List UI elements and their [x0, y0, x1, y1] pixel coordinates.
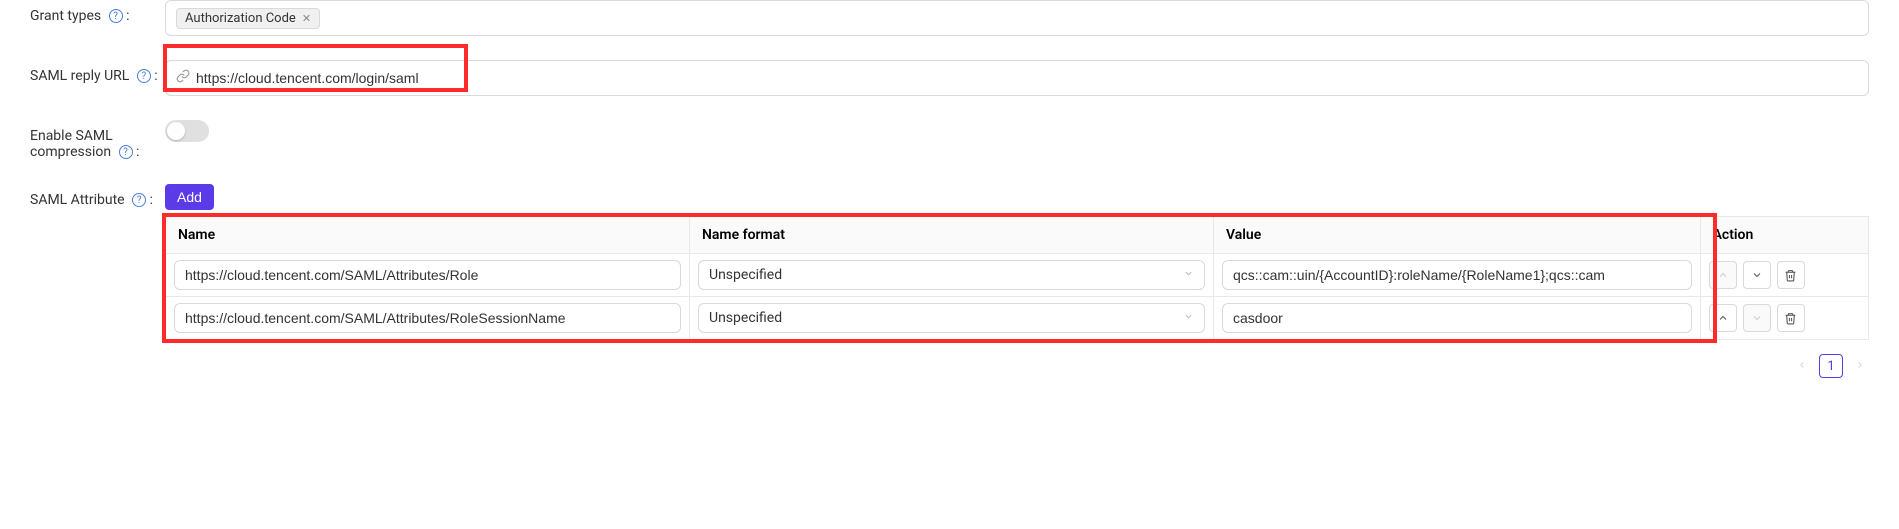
- attribute-name-input[interactable]: [174, 260, 681, 290]
- colon: :: [126, 8, 129, 24]
- chevron-up-icon: [1717, 312, 1729, 324]
- chevron-right-icon: [1855, 360, 1865, 370]
- saml-reply-url-label: SAML reply URL ? :: [30, 60, 165, 84]
- saml-reply-url-label-text: SAML reply URL: [30, 68, 129, 84]
- saml-attribute-control: Add Name Name format Value Action: [165, 184, 1869, 378]
- saml-reply-url-input[interactable]: [196, 70, 1858, 86]
- trash-icon: [1784, 312, 1797, 325]
- move-up-button: [1709, 261, 1737, 289]
- grant-type-tag: Authorization Code ✕: [176, 8, 320, 29]
- toggle-knob: [167, 122, 185, 140]
- pagination-next: [1851, 357, 1869, 375]
- move-down-button: [1743, 304, 1771, 332]
- table-header-row: Name Name format Value Action: [166, 217, 1869, 254]
- saml-attribute-label: SAML Attribute ? :: [30, 184, 165, 208]
- column-header-name: Name: [166, 217, 690, 254]
- trash-icon: [1784, 269, 1797, 282]
- chevron-down-icon: [1751, 312, 1763, 324]
- move-down-button[interactable]: [1743, 261, 1771, 289]
- enable-saml-compression-label: Enable SAML compression ? :: [30, 120, 165, 160]
- attribute-value-input[interactable]: [1222, 260, 1692, 290]
- add-button[interactable]: Add: [165, 184, 214, 210]
- select-value: Unspecified: [709, 267, 782, 283]
- attribute-name-format-select[interactable]: Unspecified: [698, 303, 1205, 333]
- chevron-down-icon: [1183, 311, 1194, 325]
- enable-saml-compression-label-text: Enable SAML compression: [30, 128, 113, 160]
- pagination-prev: [1793, 357, 1811, 375]
- help-icon[interactable]: ?: [119, 145, 133, 159]
- delete-button[interactable]: [1777, 261, 1805, 289]
- action-buttons: [1709, 304, 1860, 332]
- enable-saml-compression-row: Enable SAML compression ? :: [30, 120, 1869, 160]
- saml-reply-url-row: SAML reply URL ? :: [30, 60, 1869, 96]
- select-value: Unspecified: [709, 310, 782, 326]
- table-row: Unspecified: [166, 254, 1869, 297]
- move-up-button[interactable]: [1709, 304, 1737, 332]
- attribute-name-format-select[interactable]: Unspecified: [698, 260, 1205, 290]
- chevron-down-icon: [1183, 268, 1194, 282]
- colon: :: [150, 192, 153, 208]
- chevron-up-icon: [1717, 269, 1729, 281]
- grant-types-row: Grant types ? : Authorization Code ✕: [30, 0, 1869, 36]
- enable-saml-compression-toggle[interactable]: [165, 120, 209, 142]
- chevron-down-icon: [1751, 269, 1763, 281]
- help-icon[interactable]: ?: [109, 9, 123, 23]
- pagination-page-1[interactable]: 1: [1819, 354, 1843, 378]
- help-icon[interactable]: ?: [137, 69, 151, 83]
- chevron-left-icon: [1797, 360, 1807, 370]
- saml-attribute-label-text: SAML Attribute: [30, 192, 125, 208]
- enable-saml-compression-control: [165, 120, 1869, 142]
- saml-attribute-table: Name Name format Value Action Unspecifi: [165, 216, 1869, 340]
- help-icon[interactable]: ?: [132, 193, 146, 207]
- table-row: Unspecified: [166, 297, 1869, 340]
- grant-types-label: Grant types ? :: [30, 0, 165, 24]
- column-header-action: Action: [1700, 217, 1868, 254]
- attribute-name-input[interactable]: [174, 303, 681, 333]
- pagination: 1: [165, 354, 1869, 378]
- link-icon: [176, 69, 190, 87]
- action-buttons: [1709, 261, 1860, 289]
- grant-type-tag-text: Authorization Code: [185, 11, 296, 26]
- saml-attribute-table-wrapper: Name Name format Value Action Unspecifi: [165, 216, 1869, 340]
- delete-button[interactable]: [1777, 304, 1805, 332]
- close-icon[interactable]: ✕: [302, 12, 311, 25]
- saml-reply-url-control: [165, 60, 1869, 96]
- grant-types-control: Authorization Code ✕: [165, 0, 1869, 36]
- saml-reply-url-input-wrapper: [165, 60, 1869, 96]
- grant-types-input[interactable]: Authorization Code ✕: [165, 0, 1869, 36]
- grant-types-label-text: Grant types: [30, 8, 101, 24]
- attribute-value-input[interactable]: [1222, 303, 1692, 333]
- colon: :: [154, 68, 157, 84]
- colon: :: [136, 144, 139, 160]
- column-header-value: Value: [1214, 217, 1701, 254]
- saml-attribute-row: SAML Attribute ? : Add Name Name format …: [30, 184, 1869, 378]
- column-header-name-format: Name format: [690, 217, 1214, 254]
